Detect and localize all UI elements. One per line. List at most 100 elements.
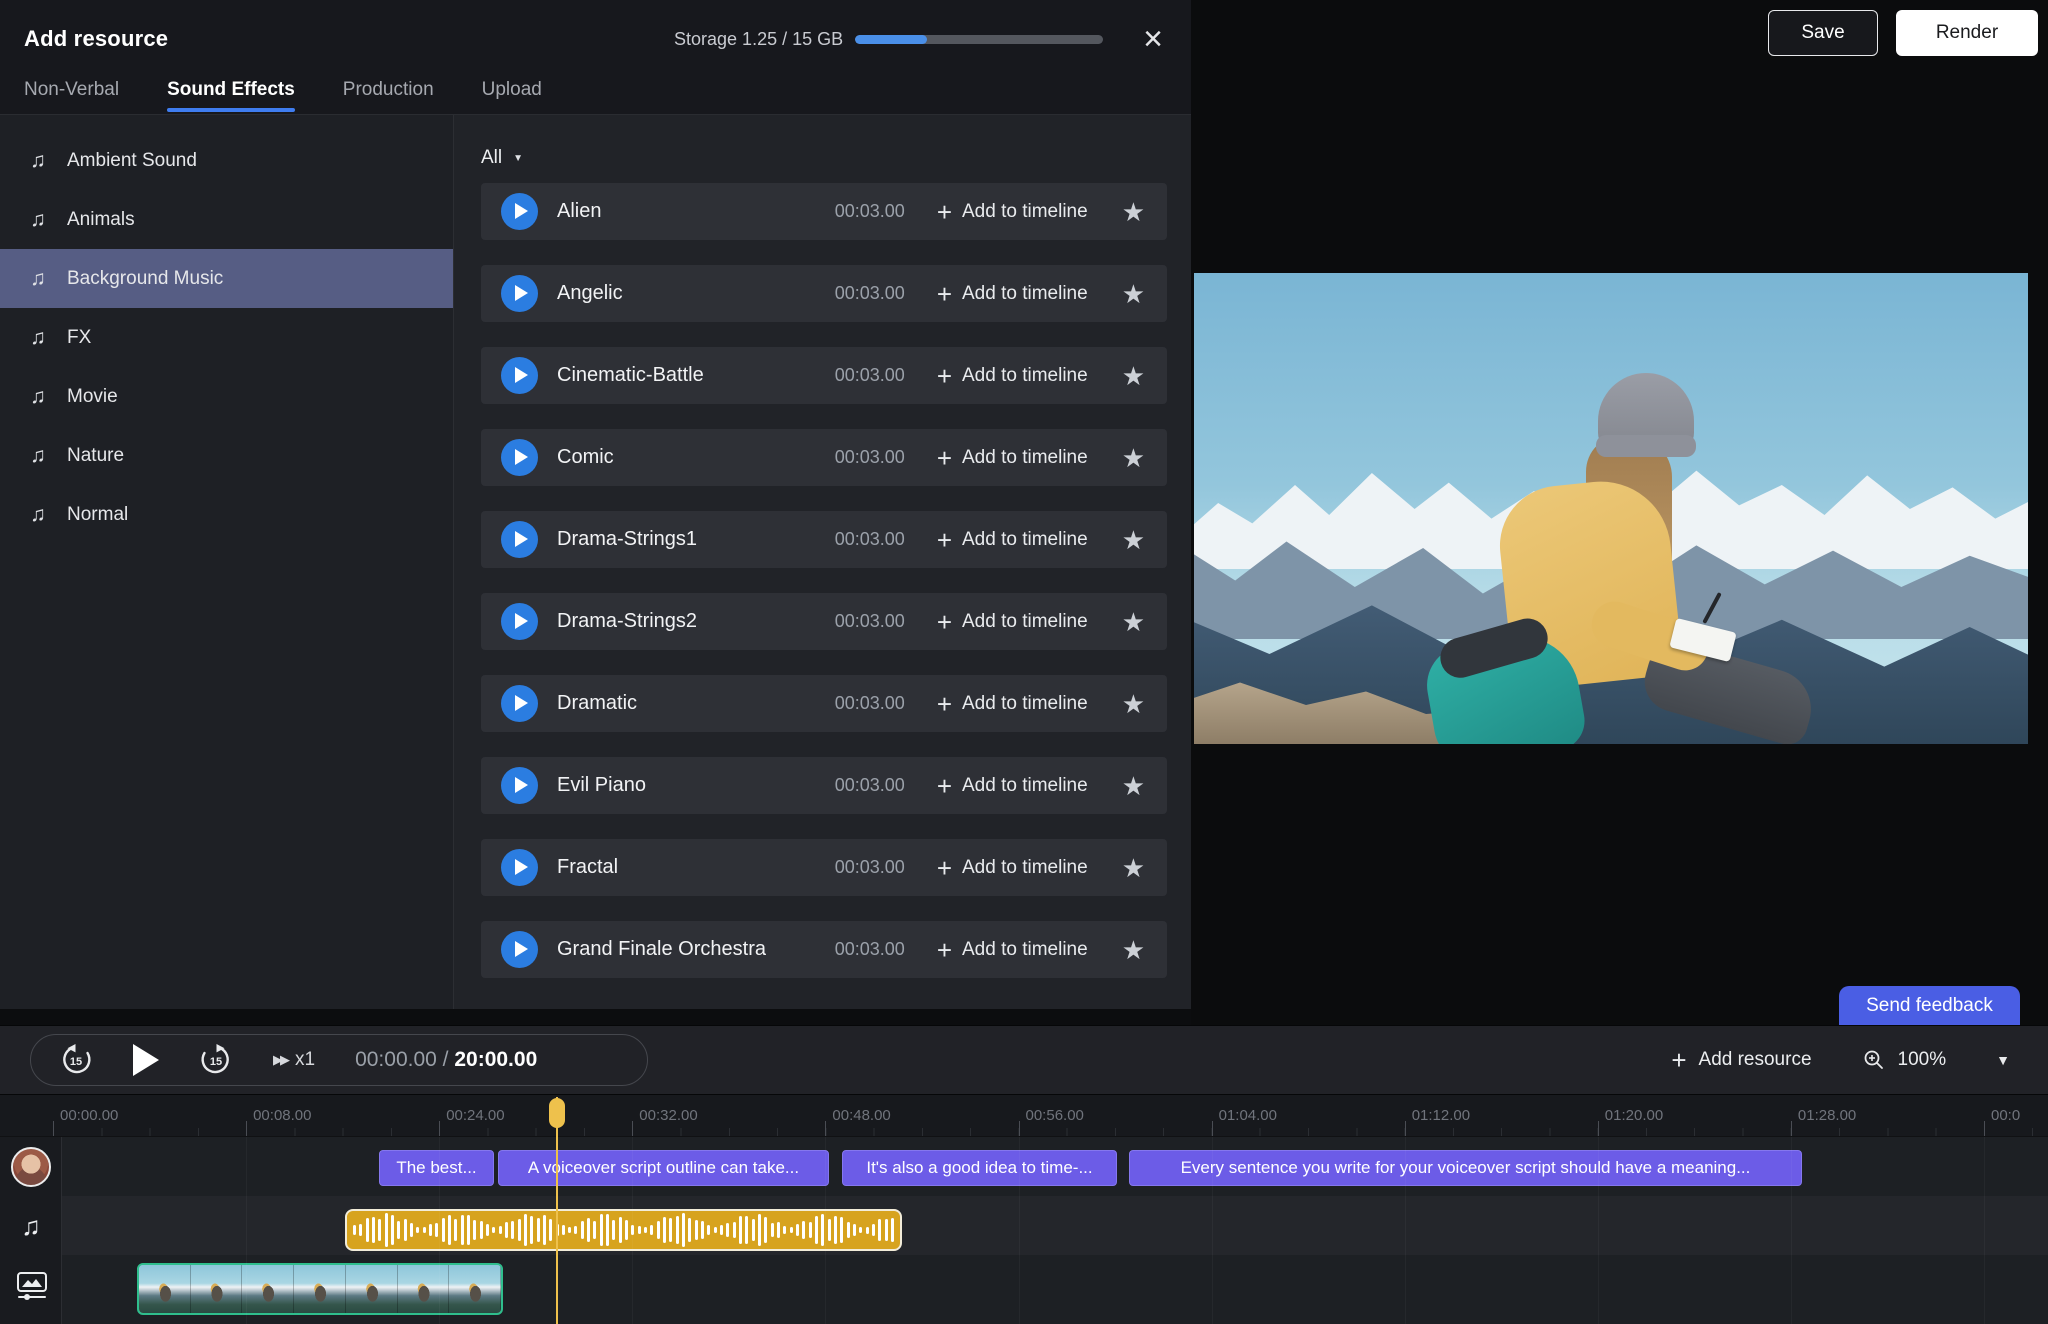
rewind-15-button[interactable]: 15: [59, 1043, 93, 1077]
play-button[interactable]: [501, 849, 538, 886]
timeline-tracks: The best...A voiceover script outline ca…: [0, 1137, 2048, 1324]
sound-list: Alien 00:03.00 + Add to timeline ★: [481, 183, 1167, 978]
forward-15-button[interactable]: 15: [199, 1043, 233, 1077]
play-button[interactable]: [501, 685, 538, 722]
video-thumbnail: [139, 1265, 191, 1313]
add-to-timeline-button[interactable]: + Add to timeline: [937, 939, 1088, 961]
save-button[interactable]: Save: [1768, 10, 1878, 56]
audio-track[interactable]: [0, 1196, 2048, 1255]
waveform-bar: [574, 1226, 577, 1234]
waveform-bar: [638, 1226, 641, 1233]
collapse-caret-icon[interactable]: ▼: [1996, 1052, 2010, 1068]
sound-list-area: All ▼ Alien 00:03.00 + Ad: [453, 115, 1192, 1009]
waveform-bar: [378, 1219, 381, 1241]
sidebar-item[interactable]: ♫ FX: [0, 308, 453, 367]
play-button[interactable]: [501, 357, 538, 394]
subtitle-clip[interactable]: A voiceover script outline can take...: [498, 1150, 829, 1186]
favorite-star-icon[interactable]: ★: [1122, 445, 1145, 471]
video-track-icon: [16, 1271, 48, 1301]
add-to-timeline-button[interactable]: + Add to timeline: [937, 201, 1088, 223]
subtitle-clip[interactable]: Every sentence you write for your voiceo…: [1129, 1150, 1802, 1186]
favorite-star-icon[interactable]: ★: [1122, 691, 1145, 717]
waveform-bar: [809, 1222, 812, 1239]
audio-clip[interactable]: [345, 1209, 902, 1251]
add-to-timeline-button[interactable]: + Add to timeline: [937, 611, 1088, 633]
play-button[interactable]: [501, 275, 538, 312]
sound-name: Grand Finale Orchestra: [557, 938, 835, 961]
add-to-timeline-button[interactable]: + Add to timeline: [937, 365, 1088, 387]
timeline-ruler[interactable]: 00:00.0000:08.0000:24.0000:32.0000:48.00…: [0, 1095, 2048, 1137]
track-gutter: ♫: [0, 1137, 62, 1324]
play-button[interactable]: [501, 439, 538, 476]
waveform-bar: [676, 1216, 679, 1244]
waveform-bar: [581, 1221, 584, 1239]
waveform-bar: [385, 1213, 388, 1246]
waveform-bar: [720, 1225, 723, 1234]
favorite-star-icon[interactable]: ★: [1122, 937, 1145, 963]
video-thumbnail: [294, 1265, 346, 1313]
sidebar-item[interactable]: ♫ Movie: [0, 367, 453, 426]
tab[interactable]: Upload: [482, 68, 542, 112]
waveform-bar: [353, 1225, 356, 1234]
play-button-main[interactable]: [133, 1044, 159, 1076]
speed-value: x1: [295, 1049, 315, 1071]
playback-speed[interactable]: ▶▶ x1: [273, 1049, 315, 1071]
subtitle-clip[interactable]: It's also a good idea to time-...: [842, 1150, 1117, 1186]
add-to-timeline-button[interactable]: + Add to timeline: [937, 857, 1088, 879]
waveform-bar: [657, 1221, 660, 1239]
sidebar-item[interactable]: ♫ Animals: [0, 190, 453, 249]
send-feedback-button[interactable]: Send feedback: [1839, 986, 2020, 1025]
favorite-star-icon[interactable]: ★: [1122, 855, 1145, 881]
sidebar-item[interactable]: ♫ Normal: [0, 485, 453, 544]
ruler-tick: 00:32.00: [632, 1121, 633, 1136]
playhead-handle[interactable]: [549, 1098, 565, 1128]
tab[interactable]: Sound Effects: [167, 68, 295, 112]
add-resource-button[interactable]: + Add resource: [1671, 1049, 1811, 1071]
waveform-bar: [499, 1226, 502, 1234]
time-separator: /: [437, 1048, 455, 1071]
favorite-star-icon[interactable]: ★: [1122, 773, 1145, 799]
add-to-timeline-label: Add to timeline: [962, 529, 1088, 551]
favorite-star-icon[interactable]: ★: [1122, 609, 1145, 635]
favorite-star-icon[interactable]: ★: [1122, 281, 1145, 307]
waveform-bar: [783, 1226, 786, 1235]
add-to-timeline-button[interactable]: + Add to timeline: [937, 529, 1088, 551]
add-to-timeline-button[interactable]: + Add to timeline: [937, 775, 1088, 797]
filter-dropdown[interactable]: All ▼: [481, 147, 523, 169]
tab[interactable]: Production: [343, 68, 434, 112]
sidebar-item[interactable]: ♫ Nature: [0, 426, 453, 485]
add-to-timeline-label: Add to timeline: [962, 611, 1088, 633]
zoom-control[interactable]: 100%: [1862, 1048, 1947, 1072]
modal-body: ♫ Ambient Sound ♫ Animals ♫ Background M…: [0, 115, 1191, 1009]
play-button[interactable]: [501, 193, 538, 230]
close-icon[interactable]: ×: [1143, 24, 1163, 54]
plus-icon: +: [937, 612, 952, 632]
sidebar-item[interactable]: ♫ Ambient Sound: [0, 131, 453, 190]
subtitle-clip[interactable]: The best...: [379, 1150, 494, 1186]
waveform-bar: [397, 1221, 400, 1239]
video-track[interactable]: [0, 1255, 2048, 1324]
waveform-bar: [739, 1216, 742, 1245]
favorite-star-icon[interactable]: ★: [1122, 363, 1145, 389]
add-to-timeline-button[interactable]: + Add to timeline: [937, 283, 1088, 305]
add-to-timeline-button[interactable]: + Add to timeline: [937, 693, 1088, 715]
waveform-bar: [461, 1215, 464, 1245]
play-button[interactable]: [501, 603, 538, 640]
forward-15-icon: 15: [199, 1043, 233, 1077]
add-to-timeline-button[interactable]: + Add to timeline: [937, 447, 1088, 469]
subtitle-track[interactable]: The best...A voiceover script outline ca…: [0, 1137, 2048, 1196]
favorite-star-icon[interactable]: ★: [1122, 199, 1145, 225]
sound-row: Fractal 00:03.00 + Add to timeline ★: [481, 839, 1167, 896]
play-button[interactable]: [501, 931, 538, 968]
waveform-bar: [714, 1227, 717, 1232]
favorite-star-icon[interactable]: ★: [1122, 527, 1145, 553]
sidebar-item[interactable]: ♫ Background Music: [0, 249, 453, 308]
narrator-avatar[interactable]: [11, 1147, 51, 1187]
play-button[interactable]: [501, 521, 538, 558]
play-button[interactable]: [501, 767, 538, 804]
playhead[interactable]: [556, 1097, 558, 1324]
render-button[interactable]: Render: [1896, 10, 2038, 56]
video-clip[interactable]: [137, 1263, 503, 1315]
tab[interactable]: Non-Verbal: [24, 68, 119, 112]
waveform-bar: [404, 1219, 407, 1241]
